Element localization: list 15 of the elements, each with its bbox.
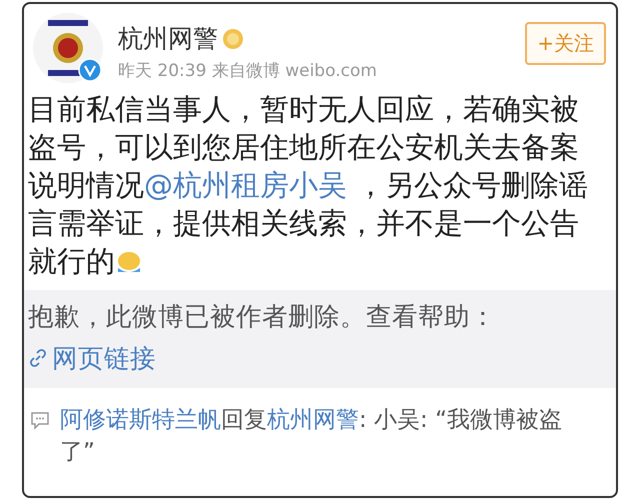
comment-text: 阿修诺斯特兰帆回复杭州网警: 小吴: “我微博被盗了” (60, 406, 564, 467)
user-link[interactable]: 杭州网警 (267, 407, 359, 433)
post-text: 目前私信当事人，暂时无人回应，若确实被盗号，可以到您居住地所在公安机关去备案说明情况@杭州租房小吴 ，另公众号删除谣言需举证，提供相关线索，并不是一个公告就行的 (27, 91, 590, 280)
deleted-notice: 抱歉，此微博已被作者删除。查看帮助： 网页链接 (28, 302, 496, 374)
post-time: 昨天 20:39 (118, 61, 206, 81)
web-link[interactable]: 网页链接 (28, 344, 156, 374)
author-name[interactable]: 杭州网警 (118, 22, 218, 55)
post-source: 来自微博 weibo.com (212, 61, 377, 81)
comment-icon (30, 410, 50, 430)
medal-icon (222, 26, 244, 50)
mention-link[interactable]: @杭州租房小吴 (144, 168, 347, 202)
link-icon (28, 348, 48, 368)
emoji-icon (115, 250, 143, 274)
follow-button[interactable]: +关注 (525, 22, 606, 65)
user-link[interactable]: 阿修诺斯特兰帆 (60, 407, 221, 433)
